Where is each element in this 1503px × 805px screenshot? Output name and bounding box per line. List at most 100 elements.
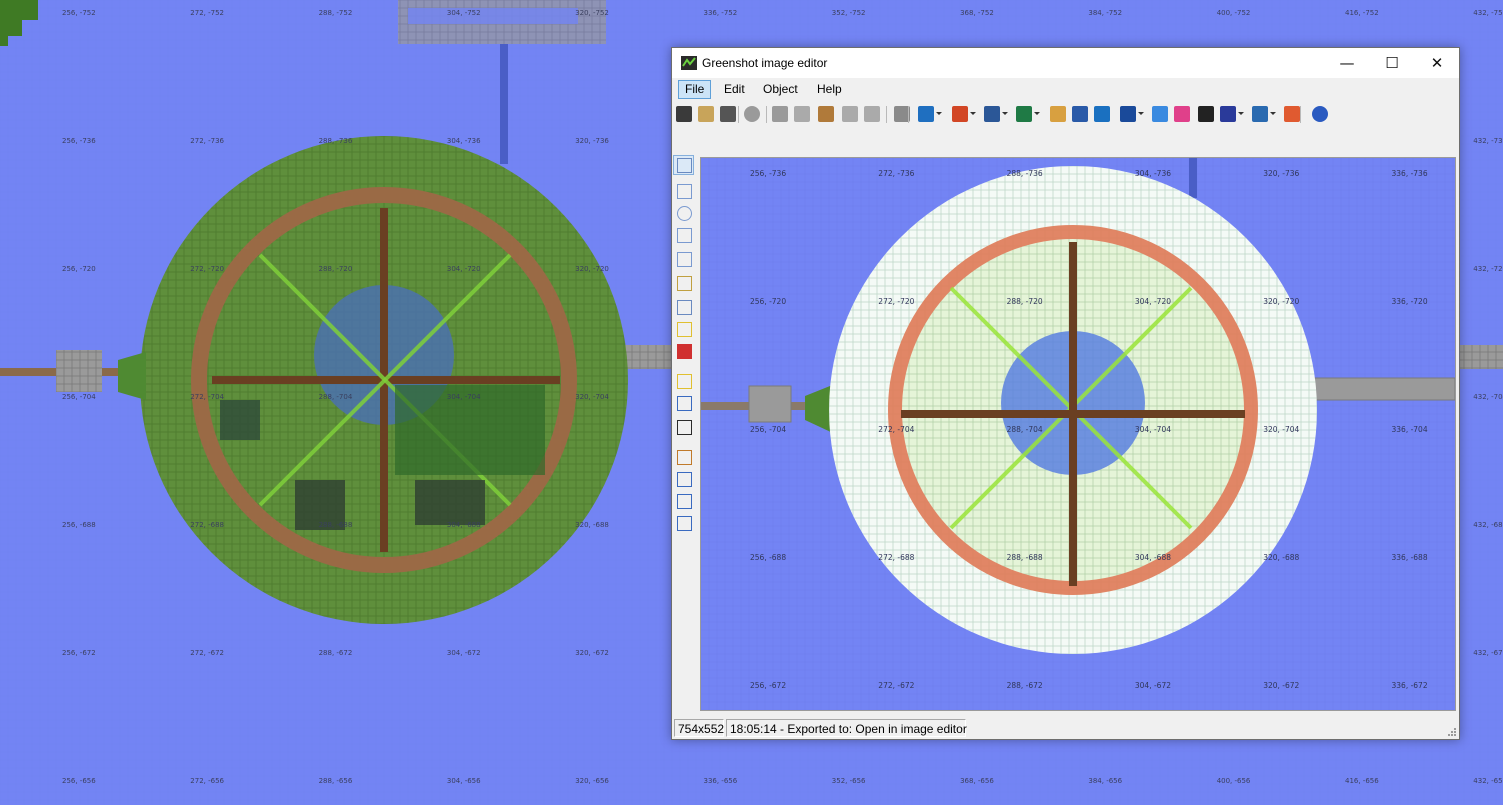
dropdown-arrow-icon[interactable] — [1270, 112, 1276, 115]
map-coordinate-label: 368, -752 — [960, 9, 994, 17]
image-coordinate-label: 336, -736 — [1392, 169, 1428, 178]
map-coordinate-label: 288, -736 — [319, 137, 353, 145]
undo-icon[interactable] — [842, 106, 858, 122]
magic-icon[interactable] — [677, 420, 692, 435]
obfuscate-icon[interactable] — [677, 396, 692, 411]
image-coordinate-label: 272, -720 — [878, 297, 914, 306]
resize-icon[interactable] — [677, 516, 692, 531]
image-coordinate-label: 304, -704 — [1135, 425, 1171, 434]
freehand-icon[interactable] — [677, 276, 692, 291]
photobucket-icon[interactable] — [1094, 106, 1110, 122]
menu-edit[interactable]: Edit — [718, 80, 751, 99]
map-coordinate-label: 320, -704 — [575, 393, 609, 401]
map-coordinate-label: 400, -752 — [1217, 9, 1251, 17]
map-coordinate-label: 256, -704 — [62, 393, 96, 401]
minimize-button[interactable]: — — [1324, 48, 1370, 78]
dropbox-icon[interactable] — [1152, 106, 1168, 122]
image-coordinate-label: 288, -672 — [1007, 681, 1043, 690]
toolbar-separator — [738, 106, 739, 123]
window-title: Greenshot image editor — [702, 56, 828, 70]
color-wheel-icon[interactable] — [1284, 106, 1300, 122]
counter-icon[interactable] — [677, 344, 692, 359]
clipboard-icon[interactable] — [698, 106, 714, 122]
image-coordinate-label: 320, -704 — [1263, 425, 1299, 434]
speechbubble-icon[interactable] — [677, 322, 692, 337]
map-coordinate-label: 384, -656 — [1088, 777, 1122, 785]
image-canvas[interactable]: 256, -736 256, -720 256, -704 256, -688 256,… — [700, 157, 1456, 711]
crop-icon[interactable] — [677, 450, 692, 465]
map-coordinate-label: 272, -736 — [190, 137, 224, 145]
highlight-icon[interactable] — [677, 374, 692, 389]
print-icon[interactable] — [720, 106, 736, 122]
menu-file[interactable]: File — [678, 80, 712, 99]
image-coordinate-label: 304, -720 — [1135, 297, 1171, 306]
rotate-ccw-icon[interactable] — [677, 494, 692, 509]
map-coordinate-label: 272, -672 — [190, 649, 224, 657]
image-coordinate-label: 272, -672 — [878, 681, 914, 690]
map-coordinate-label: 304, -752 — [447, 9, 481, 17]
map-coordinate-label: 288, -704 — [319, 393, 353, 401]
map-coordinate-label: 256, -736 — [62, 137, 96, 145]
word-icon[interactable] — [984, 106, 1000, 122]
maximize-button[interactable]: ☐ — [1369, 48, 1415, 78]
image-coordinate-label: 304, -736 — [1135, 169, 1171, 178]
map-coordinate-label: 352, -656 — [832, 777, 866, 785]
help-icon[interactable] — [1312, 106, 1328, 122]
dropdown-arrow-icon[interactable] — [1238, 112, 1244, 115]
dropdown-arrow-icon[interactable] — [1002, 112, 1008, 115]
flickr-icon[interactable] — [1174, 106, 1190, 122]
map-coordinate-label: 432, -720 — [1473, 265, 1503, 273]
select-cursor-icon[interactable] — [677, 158, 692, 173]
dropdown-arrow-icon[interactable] — [936, 112, 942, 115]
excel-icon[interactable] — [1016, 106, 1032, 122]
image-coordinate-label: 256, -688 — [750, 553, 786, 562]
line-icon[interactable] — [677, 228, 692, 243]
map-coordinate-label: 256, -672 — [62, 649, 96, 657]
map-coordinate-label: 320, -656 — [575, 777, 609, 785]
close-icon: ✕ — [1430, 54, 1444, 72]
image-coordinate-label: 272, -688 — [878, 553, 914, 562]
lync-icon[interactable] — [1220, 106, 1236, 122]
map-coordinate-label: 272, -720 — [190, 265, 224, 273]
box-icon[interactable] — [1072, 106, 1088, 122]
imgur-icon[interactable] — [1198, 106, 1214, 122]
save-icon[interactable] — [676, 106, 692, 122]
title-bar[interactable]: Greenshot image editor — ☐ ✕ — [672, 48, 1459, 78]
map-coordinate-label: 416, -656 — [1345, 777, 1379, 785]
map-coordinate-label: 416, -752 — [1345, 9, 1379, 17]
map-coordinate-label: 272, -688 — [190, 521, 224, 529]
copy-icon[interactable] — [794, 106, 810, 122]
map-coordinate-label: 288, -656 — [319, 777, 353, 785]
ellipse-icon[interactable] — [677, 206, 692, 221]
map-coordinate-label: 304, -720 — [447, 265, 481, 273]
paste-icon[interactable] — [818, 106, 834, 122]
status-bar: 754x552 18:05:14 - Exported to: Open in … — [672, 717, 1459, 739]
image-coordinate-label: 288, -736 — [1007, 169, 1043, 178]
image-coordinate-label: 320, -672 — [1263, 681, 1299, 690]
rotate-cw-icon[interactable] — [677, 472, 692, 487]
dropdown-arrow-icon[interactable] — [1138, 112, 1144, 115]
image-coordinate-label: 336, -688 — [1392, 553, 1428, 562]
greenshot-editor-window[interactable]: Greenshot image editor — ☐ ✕ File Edit O… — [671, 47, 1460, 740]
menu-help[interactable]: Help — [811, 80, 848, 99]
redo-icon[interactable] — [864, 106, 880, 122]
external-command-icon[interactable] — [1252, 106, 1268, 122]
cut-icon[interactable] — [772, 106, 788, 122]
map-coordinate-label: 288, -688 — [319, 521, 353, 529]
paint-icon[interactable] — [1050, 106, 1066, 122]
powerpoint-icon[interactable] — [952, 106, 968, 122]
rectangle-icon[interactable] — [677, 184, 692, 199]
outlook-icon[interactable] — [918, 106, 934, 122]
arrow-icon[interactable] — [677, 252, 692, 267]
map-coordinate-label: 400, -656 — [1217, 777, 1251, 785]
close-button[interactable]: ✕ — [1414, 48, 1460, 78]
menu-object[interactable]: Object — [757, 80, 804, 99]
minimize-icon: — — [1339, 54, 1355, 72]
dropdown-arrow-icon[interactable] — [970, 112, 976, 115]
image-coordinate-label: 304, -672 — [1135, 681, 1171, 690]
jira-icon[interactable] — [1120, 106, 1136, 122]
dropdown-arrow-icon[interactable] — [1034, 112, 1040, 115]
text-icon[interactable] — [677, 300, 692, 315]
delete-icon[interactable] — [744, 106, 760, 122]
resize-grip-icon[interactable] — [1446, 726, 1456, 736]
